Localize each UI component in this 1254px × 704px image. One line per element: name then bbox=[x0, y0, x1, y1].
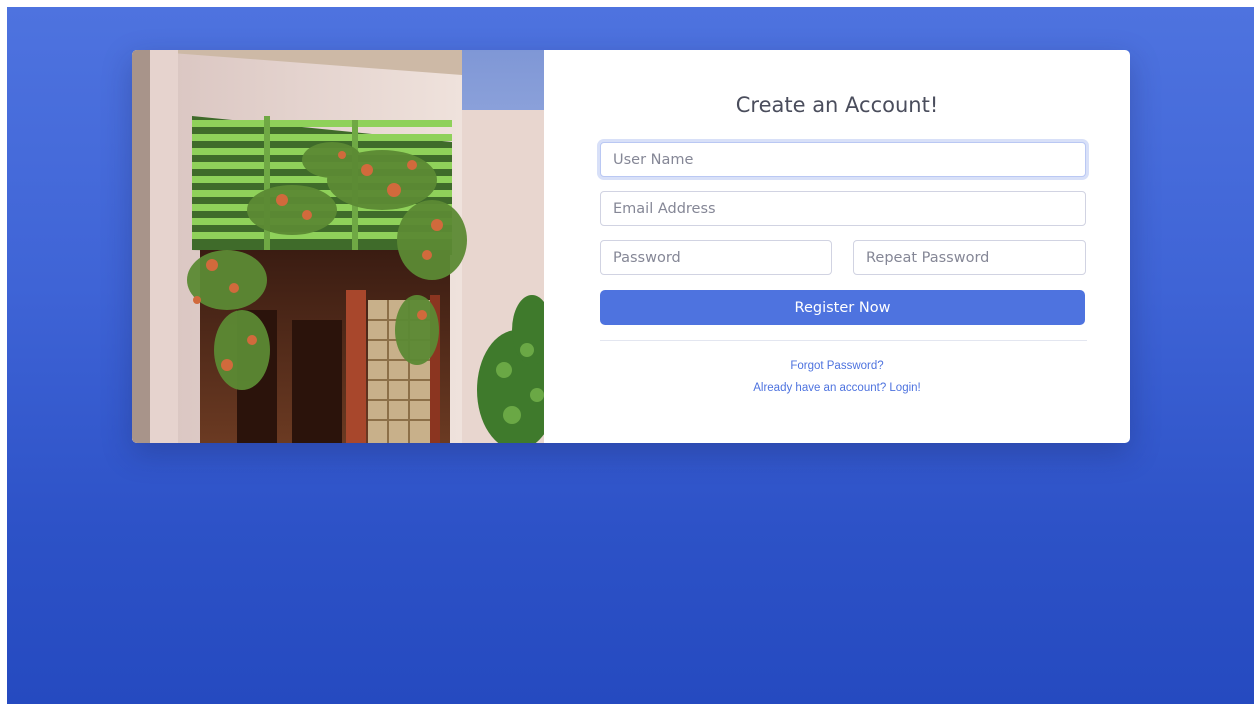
form-title: Create an Account! bbox=[735, 93, 939, 117]
register-button[interactable]: Register Now bbox=[600, 290, 1085, 325]
repeat-password-input[interactable] bbox=[853, 240, 1086, 275]
register-card: Create an Account! Register Now Forgot P… bbox=[132, 50, 1130, 443]
username-input[interactable] bbox=[600, 142, 1086, 177]
building-entrance-photo bbox=[132, 50, 544, 443]
password-input[interactable] bbox=[600, 240, 832, 275]
divider bbox=[600, 340, 1087, 341]
forgot-password-link[interactable]: Forgot Password? bbox=[544, 360, 1130, 372]
login-link[interactable]: Already have an account? Login! bbox=[544, 382, 1130, 394]
register-form-panel: Create an Account! Register Now Forgot P… bbox=[544, 50, 1130, 443]
email-input[interactable] bbox=[600, 191, 1086, 226]
